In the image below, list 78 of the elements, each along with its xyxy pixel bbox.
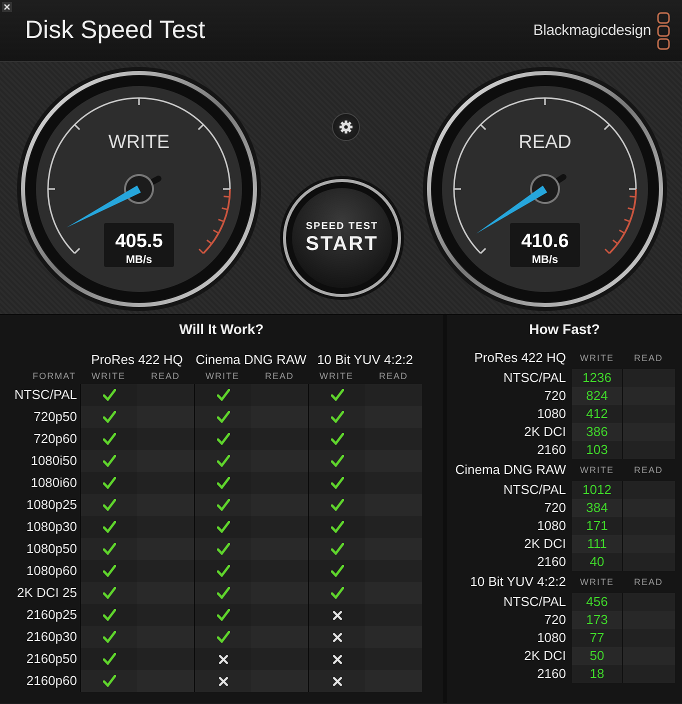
speed-value: 103 [572,441,622,459]
format-label: NTSC/PAL [502,481,567,499]
close-icon[interactable] [2,2,12,12]
format-label: 1080i60 [30,474,78,492]
brand-name: Blackmagicdesign [533,22,651,39]
format-label: NTSC/PAL [502,593,567,611]
column-header: READ [378,370,409,383]
speed-value: 173 [572,611,622,629]
speed-value: 412 [572,405,622,423]
speed-value: 50 [572,647,622,665]
codec-header: Cinema DNG RAW [454,461,567,479]
logo-icon [657,12,670,50]
column-header: WRITE [318,370,354,383]
format-label: 2160p25 [25,606,78,624]
format-label: 1080p50 [25,540,78,558]
format-label: 720p60 [32,430,78,448]
speed-value: 171 [572,517,622,535]
speed-value: 824 [572,387,622,405]
column-header: READ [632,464,664,477]
format-label: 720 [543,387,567,405]
codec-header: 10 Bit YUV 4:2:2 [469,573,567,591]
format-label: 720p50 [32,408,78,426]
speed-value: 111 [572,535,622,553]
speed-value: 405.5 [115,231,163,252]
settings-button[interactable] [332,113,360,141]
format-label: 1080 [536,517,567,535]
column-header: READ [632,576,664,589]
format-label: 2160p50 [25,650,78,668]
panel-title: Will It Work? [179,320,264,336]
speed-value: 40 [572,553,622,571]
format-label: 2K DCI [523,535,567,553]
format-label: 1080p30 [25,518,78,536]
window-title: Disk Speed Test [25,16,206,45]
format-label: 1080i50 [30,452,78,470]
format-label: 720 [543,499,567,517]
format-label: 2K DCI [523,647,567,665]
codec-header: Cinema DNG RAW [194,352,308,367]
column-header: READ [150,370,181,383]
gauge-label: WRITE [108,132,170,153]
format-label: 1080 [536,629,567,647]
gauge-label: READ [518,132,572,153]
column-header: FORMAT [32,370,77,383]
speed-value: 77 [572,629,622,647]
column-header: WRITE [579,576,615,589]
speed-value: 456 [572,593,622,611]
codec-header: ProRes 422 HQ [473,349,567,367]
format-label: 2K DCI [523,423,567,441]
speed-value: 18 [572,665,622,683]
format-label: 720 [543,611,567,629]
settings-icon [339,120,353,134]
speed-unit: MB/s [532,254,558,266]
speed-value: 384 [572,499,622,517]
codec-header: 10 Bit YUV 4:2:2 [316,352,414,367]
speed-value: 410.6 [521,231,569,252]
column-header: WRITE [204,370,240,383]
column-header: WRITE [579,352,615,365]
format-label: 1080p25 [25,496,78,514]
column-header: READ [632,352,664,365]
format-label: 1080 [536,405,567,423]
start-button[interactable]: SPEED TEST START [283,179,401,297]
format-label: 2K DCI 25 [16,584,78,602]
format-label: 2160 [536,553,567,571]
format-label: 2160p30 [25,628,78,646]
column-header: READ [264,370,295,383]
format-label: 2160 [536,441,567,459]
column-header: WRITE [579,464,615,477]
codec-header: ProRes 422 HQ [90,352,184,367]
speed-unit: MB/s [126,254,152,266]
format-label: 2160 [536,665,567,683]
speed-value: 1012 [572,481,622,499]
speed-value: 386 [572,423,622,441]
column-header: WRITE [90,370,126,383]
panel-title: How Fast? [529,320,600,336]
format-label: NTSC/PAL [13,386,78,404]
format-label: NTSC/PAL [502,369,567,387]
speed-value: 1236 [572,369,622,387]
format-label: 1080p60 [25,562,78,580]
format-label: 2160p60 [25,672,78,690]
